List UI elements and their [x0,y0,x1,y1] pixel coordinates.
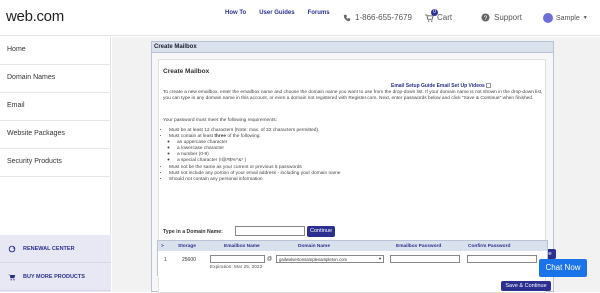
sidebar-item-security-products[interactable]: Security Products [0,149,110,177]
setup-guide-link[interactable]: Email Setup Guide Email Set Up Videos [391,83,492,89]
requirement-item: Should not contain any personal informat… [169,177,340,183]
chat-now-button[interactable]: Chat Now [539,259,587,277]
at-sign: @ [267,256,273,262]
page-title: Create Mailbox [163,68,210,75]
support-label: Support [494,13,523,22]
domain-name-select[interactable]: gailwolvertonsamplesampleton.com ▼ [276,255,384,263]
renewal-center-link[interactable]: RENEWAL CENTER [0,235,111,263]
sidebar-item-home[interactable]: Home [0,37,110,65]
top-nav: How To User Guides Forums [225,10,330,16]
column-header-emailbox-password: Emailbox Password [396,244,442,249]
nav-forums[interactable]: Forums [308,10,330,16]
cart-count-badge: 0 [431,9,438,16]
cart-label: Cart [437,13,453,22]
table-row: 1 25600 @ gailwolvertonsamplesampleton.c… [158,251,547,277]
emailbox-password-input[interactable] [390,255,460,263]
sidebar-bottom-links: RENEWAL CENTER BUY MORE PRODUCTS [0,235,111,292]
requirements-list: Must be at least 12 characters (Note: ma… [169,128,340,183]
support-link[interactable]: ? Support [481,13,522,22]
domain-name-input[interactable] [235,226,305,236]
avatar [543,13,553,23]
user-name: Sample [556,14,580,22]
requirement-sublist: an uppercase character a lowercase chara… [177,140,340,164]
row-number: 1 [164,257,167,263]
requirement-item: Must contain at least three of the follo… [169,134,340,164]
cart-icon [8,273,16,280]
chevron-down-icon: ▼ [582,15,588,21]
phone-link[interactable]: 1-866-655-7679 [343,13,412,22]
column-header-storage: Storage [178,244,196,249]
web-com-logo[interactable]: web.com [6,8,64,25]
intro-text: To create a new emailbox, enter the emai… [163,90,543,102]
continue-button[interactable]: Continue [307,226,335,237]
nav-user-guides[interactable]: User Guides [259,10,294,16]
column-header-domain-name: Domain Name [298,244,330,249]
top-bar: web.com How To User Guides Forums 1-866-… [0,0,600,36]
sidebar-item-domain-names[interactable]: Domain Names [0,65,110,93]
nav-how-to[interactable]: How To [225,10,246,16]
column-header-emailbox-name: Emailbox Name [224,244,260,249]
domain-name-label: Type in a Domain Name: [163,229,223,235]
storage-value: 25600 [182,257,196,263]
table-header: > Storage Emailbox Name Domain Name Emai… [158,241,547,251]
confirm-password-input[interactable] [467,255,537,263]
phone-icon [343,14,351,21]
help-icon: ? [481,13,490,22]
requirements-title: Your password must meet the following re… [163,118,277,123]
phone-number: 1-866-655-7679 [355,13,412,22]
mailbox-table: > Storage Emailbox Name Domain Name Emai… [157,240,548,277]
broken-image-icon [486,83,492,89]
renewal-center-label: RENEWAL CENTER [23,245,75,252]
buy-more-products-label: BUY MORE PRODUCTS [23,273,85,280]
save-continue-button-bottom[interactable]: Save & Continue [501,281,551,291]
cart-link[interactable]: 0 Cart [425,9,453,22]
sidebar-item-website-packages[interactable]: Website Packages [0,121,110,149]
renewal-icon [8,245,16,252]
chevron-down-icon: ▼ [378,256,382,261]
emailbox-name-input[interactable] [210,255,265,263]
column-header-confirm-password: Confirm Password [468,244,511,249]
panel-header: Create Mailbox [152,42,553,53]
sidebar-item-email[interactable]: Email [0,93,110,121]
requirement-item: Must not include any portion of your ema… [169,171,340,177]
user-menu[interactable]: Sample ▼ [543,13,588,23]
expiration-text: Expiration: Mar 25, 2022 [210,265,263,270]
svg-text:?: ? [484,15,488,22]
column-header-expand: > [161,244,164,249]
buy-more-products-link[interactable]: BUY MORE PRODUCTS [0,263,111,291]
sidebar: Home Domain Names Email Website Packages… [0,37,111,292]
